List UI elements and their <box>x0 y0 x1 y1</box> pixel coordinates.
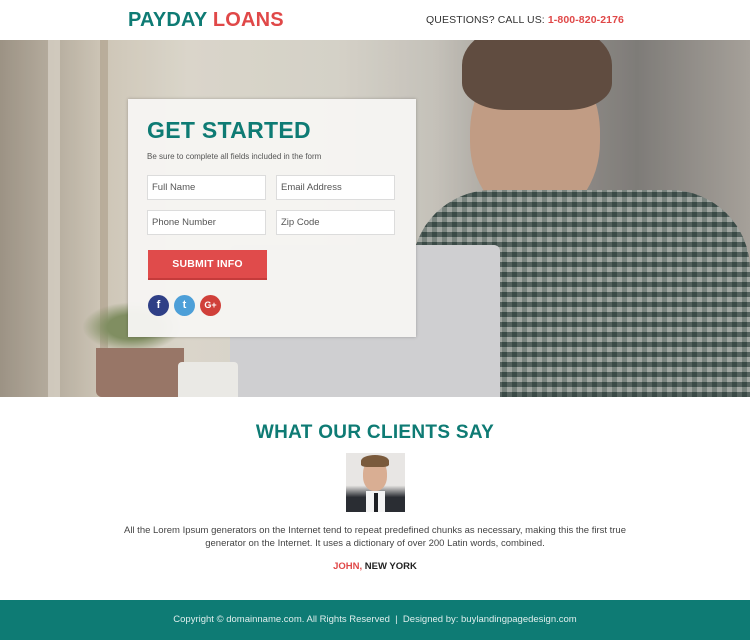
lead-form: GET STARTED Be sure to complete all fiel… <box>128 99 416 337</box>
twitter-icon[interactable]: t <box>174 295 195 316</box>
client-avatar <box>346 453 405 512</box>
author-location: NEW YORK <box>362 561 417 572</box>
avatar-tie <box>374 493 378 512</box>
phone-number-link[interactable]: 1-800-820-2176 <box>548 14 624 26</box>
footer-text: Copyright © domainname.com. All Rights R… <box>173 614 577 625</box>
logo-part-payday: PAYDAY <box>128 9 208 31</box>
zip-code-input[interactable] <box>276 210 395 235</box>
testimonial-author: JOHN, NEW YORK <box>0 561 750 572</box>
facebook-icon[interactable]: f <box>148 295 169 316</box>
author-name: JOHN, <box>333 561 363 572</box>
google-plus-icon[interactable]: G+ <box>200 295 221 316</box>
phone-number-input[interactable] <box>147 210 266 235</box>
email-address-input[interactable] <box>276 175 395 200</box>
contact-info: QUESTIONS? CALL US: 1-800-820-2176 <box>426 14 624 26</box>
form-subtitle: Be sure to complete all fields included … <box>147 152 322 161</box>
form-title: GET STARTED <box>147 117 311 143</box>
avatar-hair <box>361 455 389 467</box>
logo[interactable]: PAYDAY LOANS <box>128 9 284 32</box>
logo-part-loans: LOANS <box>212 9 284 31</box>
contact-label: QUESTIONS? CALL US: <box>426 14 545 26</box>
testimonial-quote: All the Lorem Ipsum generators on the In… <box>123 525 626 549</box>
header: PAYDAY LOANS QUESTIONS? CALL US: 1-800-8… <box>0 0 750 40</box>
testimonials-title: WHAT OUR CLIENTS SAY <box>255 422 495 443</box>
footer: Copyright © domainname.com. All Rights R… <box>0 600 750 640</box>
full-name-input[interactable] <box>147 175 266 200</box>
submit-info-button[interactable]: SUBMIT INFO <box>148 250 267 280</box>
